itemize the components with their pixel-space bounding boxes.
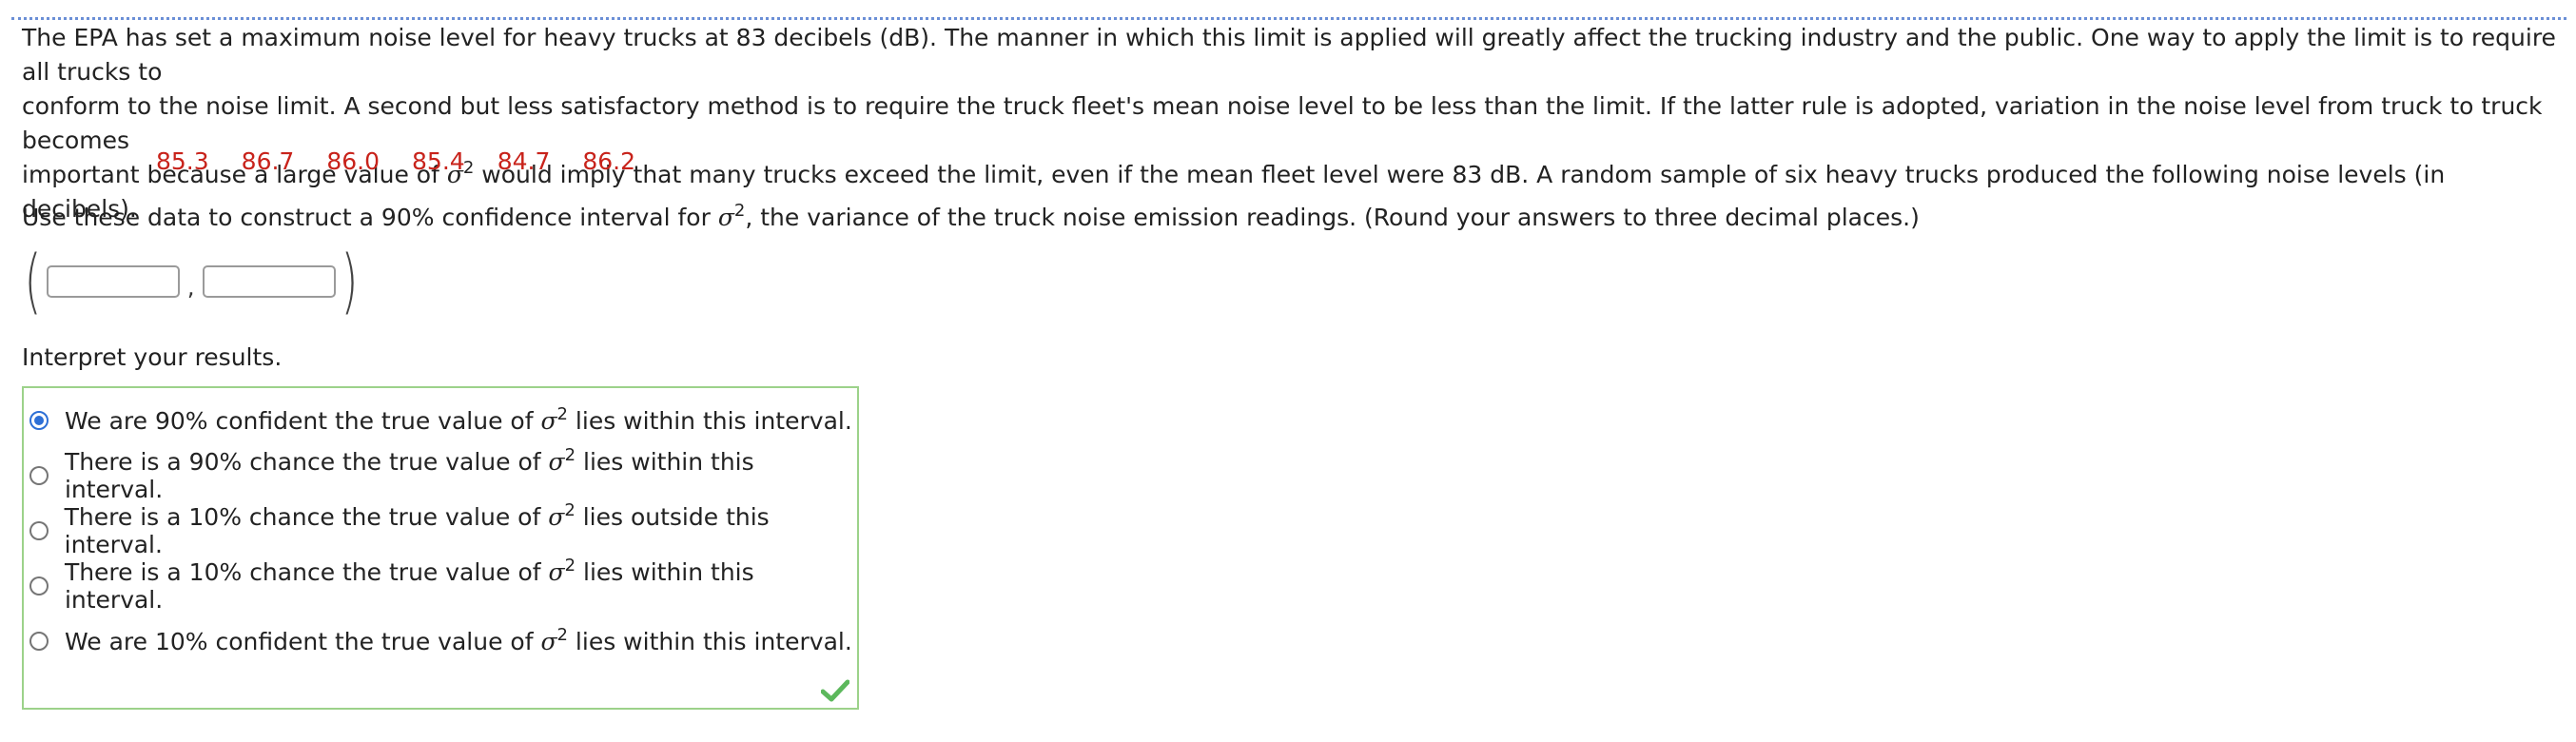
interval-lower-bound-input[interactable] (46, 265, 180, 298)
radio-button[interactable] (29, 521, 49, 540)
squared-superscript: 2 (564, 445, 576, 466)
question-text: Use these data to construct a 90% confid… (22, 201, 1920, 235)
interval-separator: , (186, 274, 195, 301)
squared-superscript: 2 (733, 201, 746, 222)
data-value: 86.0 (326, 147, 381, 175)
choice-label: There is a 10% chance the true value of … (64, 500, 857, 558)
choice-text-start: There is a 10% chance the true value of (64, 503, 549, 531)
data-value: 86.7 (241, 147, 295, 175)
radio-button-selected[interactable] (29, 411, 49, 430)
data-value: 84.7 (497, 147, 551, 175)
data-value: 85.3 (156, 147, 209, 175)
choice-text-end: lies within this interval. (567, 406, 852, 435)
choice-text-start: We are 10% confident the true value of (65, 627, 541, 655)
interpretation-choices: We are 90% confident the true value of σ… (22, 386, 859, 710)
choice-option-2[interactable]: There is a 90% chance the true value of … (29, 447, 857, 503)
checkmark-icon (821, 679, 849, 702)
data-value: 86.2 (582, 147, 636, 175)
choice-option-4[interactable]: There is a 10% chance the true value of … (29, 557, 857, 614)
sigma-symbol: σ (540, 627, 557, 655)
choice-label: We are 10% confident the true value of σ… (65, 624, 852, 655)
data-value: 85.4 (412, 147, 465, 175)
choice-option-3[interactable]: There is a 10% chance the true value of … (29, 502, 857, 558)
question-end: , the variance of the truck noise emissi… (745, 204, 1920, 231)
squared-superscript: 2 (564, 500, 576, 521)
squared-superscript: 2 (556, 624, 568, 645)
noise-level-data: 85.3 86.7 86.0 85.4 84.7 86.2 (156, 145, 668, 179)
close-parenthesis: ) (341, 241, 358, 322)
choice-text-start: We are 90% confident the true value of (65, 406, 541, 435)
choice-text-end: lies within this interval. (567, 627, 852, 655)
top-divider (11, 17, 2566, 20)
confidence-interval-answer: ( , ) (19, 245, 362, 318)
choice-label: There is a 10% chance the true value of … (64, 556, 857, 614)
sigma-symbol: σ (540, 406, 557, 435)
sigma-symbol: σ (717, 204, 734, 231)
radio-button[interactable] (29, 466, 49, 485)
sigma-symbol: σ (548, 558, 565, 586)
choice-option-1[interactable]: We are 90% confident the true value of σ… (29, 403, 852, 438)
radio-button[interactable] (29, 576, 49, 596)
choice-text-start: There is a 10% chance the true value of (64, 558, 549, 586)
problem-line-1: The EPA has set a maximum noise level fo… (22, 24, 2556, 86)
choice-label: We are 90% confident the true value of σ… (65, 403, 852, 435)
squared-superscript: 2 (564, 556, 576, 576)
sigma-symbol: σ (548, 503, 565, 531)
problem-text: The EPA has set a maximum noise level fo… (22, 21, 2562, 226)
squared-superscript: 2 (556, 403, 568, 424)
choice-text-start: There is a 90% chance the true value of (64, 448, 549, 476)
question-start: Use these data to construct a 90% confid… (22, 204, 718, 231)
radio-button[interactable] (29, 632, 49, 651)
interval-upper-bound-input[interactable] (202, 265, 336, 298)
open-parenthesis: ( (24, 241, 42, 322)
interpret-label: Interpret your results. (22, 343, 283, 371)
sigma-symbol: σ (548, 448, 565, 476)
choice-label: There is a 90% chance the true value of … (64, 445, 857, 503)
choice-option-5[interactable]: We are 10% confident the true value of σ… (29, 624, 852, 658)
